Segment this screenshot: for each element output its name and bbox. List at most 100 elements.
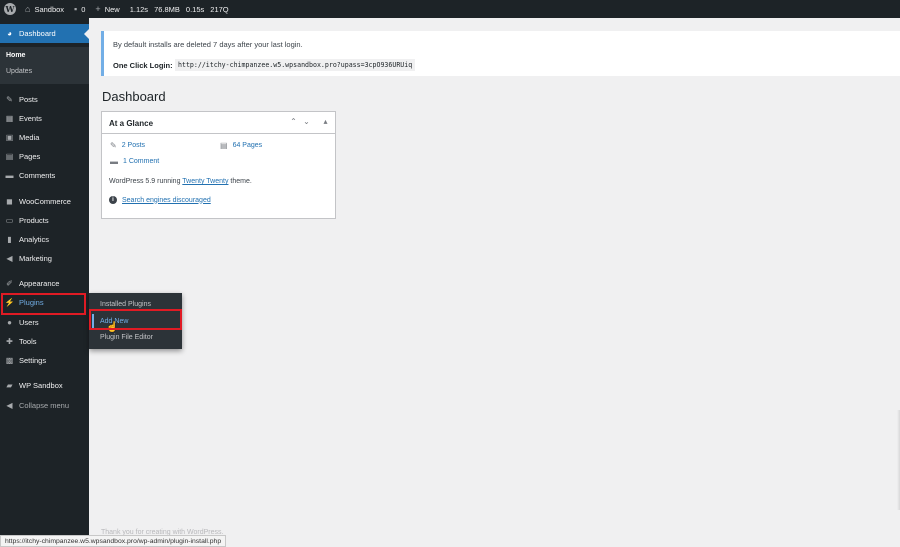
sidebar-item-analytics[interactable]: ▮ Analytics [0, 230, 89, 249]
sidebar-item-label: WP Sandbox [19, 381, 63, 390]
archive-box-icon: ▭ [5, 216, 14, 225]
wordpress-logo-menu[interactable]: W [0, 0, 20, 18]
media-icon: ▣ [5, 133, 14, 142]
stat-db-time: 0.15s [185, 4, 205, 14]
sandbox-icon: ▰ [6, 381, 13, 390]
comment-bubble-icon: ▬ [110, 157, 118, 166]
new-label: New [104, 4, 120, 14]
sidebar-item-label: Settings [19, 356, 47, 365]
submenu-item-home[interactable]: Home [6, 52, 25, 59]
sidebar-item-settings[interactable]: ▩ Settings [0, 351, 89, 370]
pages-count: 64 Pages [232, 142, 263, 149]
wordpress-version-text: WordPress 5.9 running Twenty Twenty them… [109, 178, 252, 185]
plugins-flyout-menu: Installed Plugins Add New Plugin File Ed… [89, 293, 182, 349]
sidebar-item-label: Media [19, 133, 40, 142]
widget-title: At a Glance [109, 119, 154, 128]
calendar-icon: ▦ [5, 114, 14, 123]
comments-count: 0 [81, 4, 86, 14]
comments-menu[interactable]: ▪ 0 [69, 0, 90, 18]
submenu-item-updates[interactable]: Updates [6, 68, 32, 75]
wrench-icon: ✚ [6, 337, 13, 346]
query-monitor-stats[interactable]: 1.12s 76.8MB 0.15s 217Q [125, 0, 234, 18]
search-engines-discouraged-link[interactable]: i Search engines discouraged [109, 196, 211, 204]
sidebar-item-products[interactable]: ▭ Products [0, 211, 89, 230]
dashboard-gauge-icon: ◕ [7, 29, 12, 38]
flyout-item-plugin-file-editor[interactable]: Plugin File Editor [100, 334, 153, 341]
wordpress-logo-icon: W [4, 3, 16, 15]
flyout-item-installed-plugins[interactable]: Installed Plugins [100, 301, 151, 308]
sidebar-item-dashboard[interactable]: ◕ Dashboard [0, 24, 89, 43]
bar-chart-icon: ▮ [7, 235, 12, 244]
one-click-login-url[interactable]: http://itchy-chimpanzee.w5.wpsandbox.pro… [175, 59, 416, 71]
site-name-menu[interactable]: ⌂ Sandbox [20, 0, 69, 18]
sidebar-item-label: Comments [19, 171, 56, 180]
move-up-icon[interactable]: ⌃ [288, 117, 299, 126]
sidebar-item-events[interactable]: ▦ Events [0, 109, 89, 128]
dashboard-submenu: Home Updates [0, 47, 89, 84]
settings-sliders-icon: ▩ [5, 356, 14, 365]
admin-bar: W ⌂ Sandbox ▪ 0 + New 1.12s 76.8MB 0.15s… [0, 0, 900, 18]
pushpin-icon: ✎ [6, 95, 13, 104]
sidebar-item-wp-sandbox[interactable]: ▰ WP Sandbox [0, 376, 89, 395]
sidebar-item-marketing[interactable]: ◀ Marketing [0, 249, 89, 268]
notice-text: By default installs are deleted 7 days a… [113, 40, 303, 49]
version-prefix: WordPress 5.9 running [109, 178, 181, 185]
sidebar-item-plugins[interactable]: ⚡ Plugins [0, 293, 89, 312]
pushpin-icon: ✎ [110, 141, 117, 150]
move-down-icon[interactable]: ⌄ [301, 117, 312, 126]
plus-icon: + [95, 4, 101, 14]
posts-count-link[interactable]: ✎ 2 Posts [110, 141, 145, 150]
toggle-panel-icon[interactable]: ▴ [320, 117, 331, 126]
sidebar-item-label: Products [19, 216, 49, 225]
sidebar-item-appearance[interactable]: ✐ Appearance [0, 274, 89, 293]
posts-count: 2 Posts [121, 142, 146, 149]
sidebar-item-media[interactable]: ▣ Media [0, 128, 89, 147]
sidebar-item-label: Appearance [19, 279, 60, 288]
info-icon: i [109, 196, 117, 204]
collapse-menu-label: Collapse menu [19, 401, 70, 410]
theme-link[interactable]: Twenty Twenty [182, 178, 228, 185]
comment-bubble-icon: ▬ [5, 171, 14, 180]
search-warning-text: Search engines discouraged [122, 196, 211, 204]
hand-cursor-icon: ☝ [106, 322, 119, 333]
sidebar-item-label: Analytics [19, 235, 50, 244]
sandbox-notice: By default installs are deleted 7 days a… [101, 31, 900, 76]
sidebar-item-label: Posts [19, 95, 38, 104]
woocommerce-icon: ◼ [6, 197, 13, 206]
sidebar-item-label: WooCommerce [19, 197, 71, 206]
sidebar-item-users[interactable]: ● Users [0, 313, 89, 332]
sidebar-item-label: Marketing [19, 254, 52, 263]
comments-count: 1 Comment [123, 158, 160, 165]
plug-icon: ⚡ [4, 298, 15, 307]
stat-memory: 76.8MB [154, 4, 180, 14]
collapse-menu-button[interactable]: ◀ Collapse menu [0, 396, 89, 415]
sidebar-item-comments[interactable]: ▬ Comments [0, 166, 89, 185]
stat-time: 1.12s [129, 4, 149, 14]
sidebar-item-posts[interactable]: ✎ Posts [0, 90, 89, 109]
sidebar-item-pages[interactable]: ▤ Pages [0, 147, 89, 166]
sidebar-item-label: Plugins [19, 298, 44, 307]
collapse-arrow-icon: ◀ [6, 401, 13, 410]
widget-header: At a Glance ⌃ ⌄ ▴ [102, 112, 335, 134]
page-icon: ▤ [5, 152, 14, 161]
site-name: Sandbox [34, 4, 65, 14]
sidebar-item-label: Users [19, 318, 39, 327]
sidebar-item-label: Events [19, 114, 42, 123]
admin-sidebar: ◕ Dashboard Home Updates ✎ Posts ▦ Event… [0, 18, 89, 547]
flyout-active-marker [92, 314, 94, 328]
one-click-login-label: One Click Login: [113, 61, 173, 70]
home-icon: ⌂ [25, 4, 31, 14]
browser-status-url: https://itchy-chimpanzee.w5.wpsandbox.pr… [0, 535, 227, 547]
comments-count-link[interactable]: ▬ 1 Comment [110, 157, 159, 166]
sidebar-item-label: Pages [19, 152, 41, 161]
page-title: Dashboard [102, 89, 166, 104]
current-menu-arrow [84, 29, 89, 39]
stat-queries: 217Q [210, 4, 229, 14]
sidebar-item-tools[interactable]: ✚ Tools [0, 332, 89, 351]
sidebar-item-woocommerce[interactable]: ◼ WooCommerce [0, 192, 89, 211]
user-icon: ● [7, 318, 12, 327]
pages-icon: ▤ [220, 141, 228, 150]
new-content-menu[interactable]: + New [90, 0, 124, 18]
pages-count-link[interactable]: ▤ 64 Pages [220, 141, 262, 150]
version-suffix: theme. [230, 178, 252, 185]
